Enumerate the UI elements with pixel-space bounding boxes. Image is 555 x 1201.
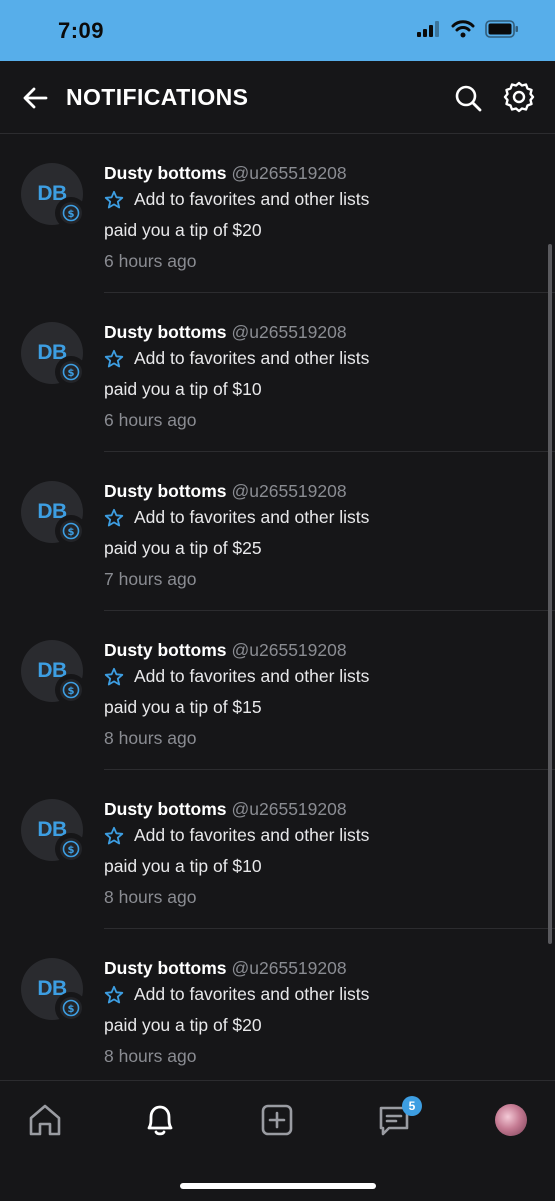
status-time: 7:09 xyxy=(58,18,105,43)
notification-time: 8 hours ago xyxy=(104,1046,197,1066)
notification-message: paid you a tip of $15 xyxy=(104,697,262,717)
home-icon[interactable] xyxy=(26,1101,64,1139)
tip-badge: $ xyxy=(55,197,87,229)
notification-message: paid you a tip of $20 xyxy=(104,220,262,240)
app-header: NOTIFICATIONS xyxy=(0,61,555,134)
status-icons xyxy=(417,20,519,38)
dollar-coin-icon: $ xyxy=(62,522,80,540)
dollar-coin-icon: $ xyxy=(62,204,80,222)
add-to-favorites-label: Add to favorites and other lists xyxy=(134,189,370,209)
notification-header: Dusty bottoms @u265519208 xyxy=(104,322,347,343)
add-post-icon[interactable] xyxy=(258,1101,296,1139)
svg-text:$: $ xyxy=(68,368,75,379)
notification-item[interactable]: DB $ Dusty bottoms @u265519208 Add to fav… xyxy=(0,770,555,929)
settings-gear-icon[interactable] xyxy=(502,80,536,114)
add-to-favorites-button[interactable]: Add to favorites and other lists xyxy=(104,666,369,687)
svg-text:$: $ xyxy=(68,1004,75,1015)
add-to-favorites-button[interactable]: Add to favorites and other lists xyxy=(104,984,369,1005)
notification-item[interactable]: DB $ Dusty bottoms @u265519208 Add to fav… xyxy=(0,611,555,770)
notification-item[interactable]: DB $ Dusty bottoms @u265519208 Add to fav… xyxy=(0,293,555,452)
search-icon[interactable] xyxy=(452,82,484,114)
dollar-coin-icon: $ xyxy=(62,999,80,1017)
user-name[interactable]: Dusty bottoms xyxy=(104,799,227,819)
notification-message: paid you a tip of $25 xyxy=(104,538,262,558)
add-to-favorites-label: Add to favorites and other lists xyxy=(134,984,370,1004)
user-handle[interactable]: @u265519208 xyxy=(232,481,347,501)
add-to-favorites-button[interactable]: Add to favorites and other lists xyxy=(104,507,369,528)
tip-badge: $ xyxy=(55,515,87,547)
dollar-coin-icon: $ xyxy=(62,363,80,381)
svg-text:$: $ xyxy=(68,209,75,220)
notification-message: paid you a tip of $10 xyxy=(104,379,262,399)
notification-time: 8 hours ago xyxy=(104,887,197,907)
user-name[interactable]: Dusty bottoms xyxy=(104,958,227,978)
notification-header: Dusty bottoms @u265519208 xyxy=(104,799,347,820)
notification-header: Dusty bottoms @u265519208 xyxy=(104,163,347,184)
notification-message: paid you a tip of $10 xyxy=(104,856,262,876)
tip-badge: $ xyxy=(55,992,87,1024)
notification-time: 8 hours ago xyxy=(104,728,197,748)
user-name[interactable]: Dusty bottoms xyxy=(104,322,227,342)
user-handle[interactable]: @u265519208 xyxy=(232,640,347,660)
user-name[interactable]: Dusty bottoms xyxy=(104,481,227,501)
notification-time: 6 hours ago xyxy=(104,410,197,430)
user-handle[interactable]: @u265519208 xyxy=(232,163,347,183)
add-to-favorites-label: Add to favorites and other lists xyxy=(134,666,370,686)
notification-time: 6 hours ago xyxy=(104,251,197,271)
user-handle[interactable]: @u265519208 xyxy=(232,958,347,978)
add-to-favorites-label: Add to favorites and other lists xyxy=(134,825,370,845)
user-handle[interactable]: @u265519208 xyxy=(232,799,347,819)
scrollbar[interactable] xyxy=(548,244,552,944)
tip-badge: $ xyxy=(55,356,87,388)
svg-text:$: $ xyxy=(68,686,75,697)
tip-badge: $ xyxy=(55,833,87,865)
page-title: NOTIFICATIONS xyxy=(66,84,249,110)
user-name[interactable]: Dusty bottoms xyxy=(104,163,227,183)
dollar-coin-icon: $ xyxy=(62,840,80,858)
home-indicator xyxy=(180,1183,376,1189)
messages-badge: 5 xyxy=(402,1096,422,1116)
svg-text:$: $ xyxy=(68,845,75,856)
dollar-coin-icon: $ xyxy=(62,681,80,699)
profile-avatar[interactable] xyxy=(495,1104,527,1136)
notification-time: 7 hours ago xyxy=(104,569,197,589)
notification-header: Dusty bottoms @u265519208 xyxy=(104,481,347,502)
back-arrow-icon[interactable] xyxy=(20,83,50,113)
battery-icon xyxy=(485,20,518,38)
tip-badge: $ xyxy=(55,674,87,706)
bell-icon[interactable] xyxy=(141,1101,179,1139)
cellular-signal-icon xyxy=(417,21,439,37)
notification-header: Dusty bottoms @u265519208 xyxy=(104,640,347,661)
notification-message: paid you a tip of $20 xyxy=(104,1015,262,1035)
star-icon xyxy=(104,826,124,844)
add-to-favorites-button[interactable]: Add to favorites and other lists xyxy=(104,825,369,846)
wifi-icon xyxy=(451,20,475,38)
notification-header: Dusty bottoms @u265519208 xyxy=(104,958,347,979)
notification-item[interactable]: DB $ Dusty bottoms @u265519208 Add to fav… xyxy=(0,929,555,1080)
svg-text:$: $ xyxy=(68,527,75,538)
notification-item[interactable]: DB $ Dusty bottoms @u265519208 Add to fav… xyxy=(0,452,555,611)
user-name[interactable]: Dusty bottoms xyxy=(104,640,227,660)
star-icon xyxy=(104,508,124,526)
user-handle[interactable]: @u265519208 xyxy=(232,322,347,342)
add-to-favorites-button[interactable]: Add to favorites and other lists xyxy=(104,348,369,369)
notifications-list[interactable]: DB $ Dusty bottoms @u265519208 Add to fav… xyxy=(0,134,555,1080)
star-icon xyxy=(104,349,124,367)
add-to-favorites-button[interactable]: Add to favorites and other lists xyxy=(104,189,369,210)
notification-item[interactable]: DB $ Dusty bottoms @u265519208 Add to fav… xyxy=(0,134,555,293)
star-icon xyxy=(104,667,124,685)
star-icon xyxy=(104,985,124,1003)
status-bar: 7:09 xyxy=(0,0,555,61)
star-icon xyxy=(104,190,124,208)
add-to-favorites-label: Add to favorites and other lists xyxy=(134,348,370,368)
add-to-favorites-label: Add to favorites and other lists xyxy=(134,507,370,527)
